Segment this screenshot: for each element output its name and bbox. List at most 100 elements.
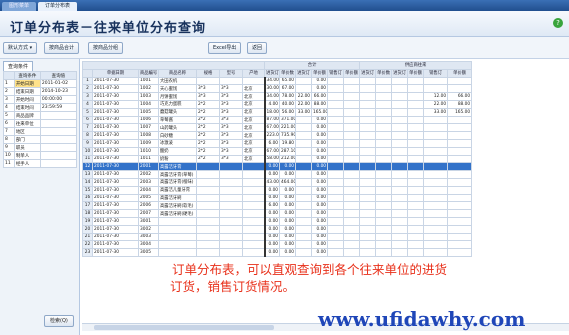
help-icon[interactable]: ? [553,18,563,28]
cell-value [447,84,473,94]
merge-by-product-button[interactable]: 按商品合计 [44,42,80,54]
group-by-product-button[interactable]: 按商品分组 [88,42,124,54]
condition-row[interactable]: 6 往来单位 [3,119,78,128]
cell-value [343,115,361,125]
column-header[interactable]: 商品名称 [158,68,197,78]
cell-value [423,216,449,226]
condition-value[interactable] [39,135,78,144]
cell-value [407,248,425,257]
cell-value [295,209,313,218]
cell-value [359,193,377,203]
tab-graphic-menu[interactable]: 图形菜单 [2,2,37,11]
condition-row[interactable]: 4 结束时间 23:59:59 [3,103,78,112]
condition-row[interactable]: 1 开始日期 2011-01-02 [3,79,78,88]
table-row[interactable]: 14 2011-07-30 2003 高露洁牙膏(橙味) 43.00 464.00 0.00 [82,177,473,187]
column-header[interactable]: 进货订 [359,68,377,78]
cell-value [295,162,313,172]
table-row[interactable]: 15 2011-07-30 2004 高露洁儿童牙膏 0.00 0.00 0.00 [82,185,473,195]
condition-row[interactable]: 10 制单人 [3,151,78,160]
cell-value [327,201,345,211]
condition-value[interactable] [39,111,78,120]
column-header[interactable]: 商品编号 [138,68,159,78]
condition-index: 2 [3,87,15,96]
table-row[interactable]: 11 2011-07-30 1011 奶粉 2*2 3*3 北京 58.00 212.00 0.0… [82,154,473,164]
condition-value[interactable]: 23:59:59 [39,103,78,112]
column-header[interactable]: 进货订 [295,68,313,78]
cell-model [219,232,243,242]
table-row[interactable]: 10 2011-07-30 1010 酸奶 2*2 3*3 北京 67.00 287.10 0.0… [82,146,473,156]
condition-value[interactable]: 00:00:00 [39,95,78,104]
cell-value [407,131,425,140]
cell-value [423,193,449,203]
tab-order-distribution[interactable]: 订单分布表 [38,2,78,11]
excel-export-button[interactable]: Excel导出 [208,42,242,54]
table-row[interactable]: 5 2011-07-30 1005 蘑菇罐头 2*2 3*3 北京 18.00 56.00 33.… [82,107,473,117]
column-header[interactable]: 销售订 [327,68,345,78]
table-row[interactable]: 21 2011-07-30 3003 0.00 0.00 0.00 [82,232,473,242]
column-header[interactable]: 型号 [219,68,243,78]
table-row[interactable]: 9 2011-07-30 1009 冰激凌 2*2 3*3 北京 6.00 19.80 0.00 [82,138,473,148]
condition-value[interactable]: 2011-01-02 [39,79,78,88]
column-header[interactable]: 进货订 [391,68,409,78]
column-header[interactable]: 规格 [196,68,220,78]
table-row[interactable]: 18 2011-07-30 2007 高露洁牙刷(硬毛) 0.00 0.00 0.00 [82,209,473,218]
condition-value[interactable] [39,151,78,160]
cell-value: 40.00 [279,99,297,109]
table-row[interactable]: 82011-07-301008白砂糖2*23*3北京223.00735.90 0.… [82,131,473,140]
cell-value [343,240,361,250]
condition-row[interactable]: 2 结束日期 2014-10-23 [3,87,78,96]
column-header[interactable]: 单价额 [447,68,473,78]
table-row[interactable]: 2 2011-07-30 1002 天心蜜饯 3*3 3*3 北京 30.00 67.00 0.0… [82,84,473,94]
table-row[interactable]: 4 2011-07-30 1004 巧克力蛋糕 2*2 3*3 北京 4.00 40.00 22.… [82,99,473,109]
condition-row[interactable]: 7 地区 [3,127,78,136]
condition-row[interactable]: 11 经手人 [3,159,78,168]
table-row[interactable]: 23 2011-07-30 3005 0.00 0.00 0.00 [82,248,473,257]
table-row[interactable]: 3 2011-07-30 1003 月饼蜜饯 3*3 3*3 北京 34.00 78.00 22.… [82,92,473,101]
table-row[interactable]: 6 2011-07-30 1006 草莓酱 2*2 3*3 北京 87.00 371.00 0.0… [82,115,473,125]
cell-name: 山药罐头 [158,123,197,133]
table-row[interactable]: 13 2011-07-30 2002 高露洁牙膏(草莓) 0.00 0.00 0.00 [82,170,473,179]
cell-value: 0.00 [311,232,329,242]
column-header[interactable]: 产地 [241,68,266,78]
column-header[interactable]: 单价额 [343,68,361,78]
condition-row[interactable]: 9 职员 [3,143,78,152]
cell-value [423,162,449,172]
default-mode-dropdown[interactable]: 默认方式 ▾ [3,42,38,54]
column-header[interactable]: 单价数 [279,68,297,78]
table-row[interactable]: 19 2011-07-30 3001 0.00 0.00 0.00 [82,216,473,226]
cell-value: 371.00 [279,115,297,125]
cell-value [391,107,409,117]
table-row[interactable]: 12 2011-07-30 2001 高露洁牙膏 0.00 0.00 0.00 [82,162,473,172]
condition-value[interactable]: 2014-10-23 [39,87,78,96]
cell-origin: 北京 [241,107,266,117]
table-row[interactable]: 22 2011-07-30 3004 0.00 0.00 0.00 [82,240,473,250]
cell-date: 2011-07-30 [92,185,139,195]
condition-value[interactable] [39,119,78,128]
cell-name: 高露洁牙刷(硬毛) [158,209,197,218]
query-button[interactable]: 检索(Q) [44,315,74,327]
cell-value [407,240,425,250]
column-header[interactable]: 单价额 [311,68,329,78]
query-condition-tab[interactable]: 查询条件 [3,61,34,71]
scrollbar-thumb[interactable] [94,325,274,330]
condition-row[interactable]: 5 商品品牌 [3,111,78,120]
table-row[interactable]: 17 2011-07-30 2006 高露洁牙刷(软毛) 6.00 0.00 0.00 [82,201,473,211]
back-button[interactable]: 返回 [247,42,268,54]
cell-value: 0.00 [311,240,329,250]
column-header[interactable]: 销售订 [423,68,449,78]
column-header[interactable]: 进货订 [264,68,281,78]
column-header[interactable]: 单价额 [407,68,425,78]
cell-value [327,177,345,187]
condition-row[interactable]: 3 开始时间 00:00:00 [3,95,78,104]
table-row[interactable]: 20 2011-07-30 3002 0.00 0.00 0.00 [82,224,473,234]
table-row[interactable]: 1 2011-07-30 1001 大田农机 34.00 65.00 0.00 [82,76,473,86]
condition-value[interactable] [39,143,78,152]
cell-date: 2011-07-30 [92,92,139,101]
condition-row[interactable]: 8 部门 [3,135,78,144]
table-row[interactable]: 16 2011-07-30 2005 高露洁牙刷 0.00 0.00 0.00 [82,193,473,203]
column-header[interactable]: 单价数 [375,68,393,78]
condition-value[interactable] [39,159,78,168]
condition-value[interactable] [39,127,78,136]
column-header[interactable]: 单据日期 [92,68,139,78]
table-row[interactable]: 7 2011-07-30 1007 山药罐头 2*2 3*3 北京 67.00 221.00 0.… [82,123,473,133]
